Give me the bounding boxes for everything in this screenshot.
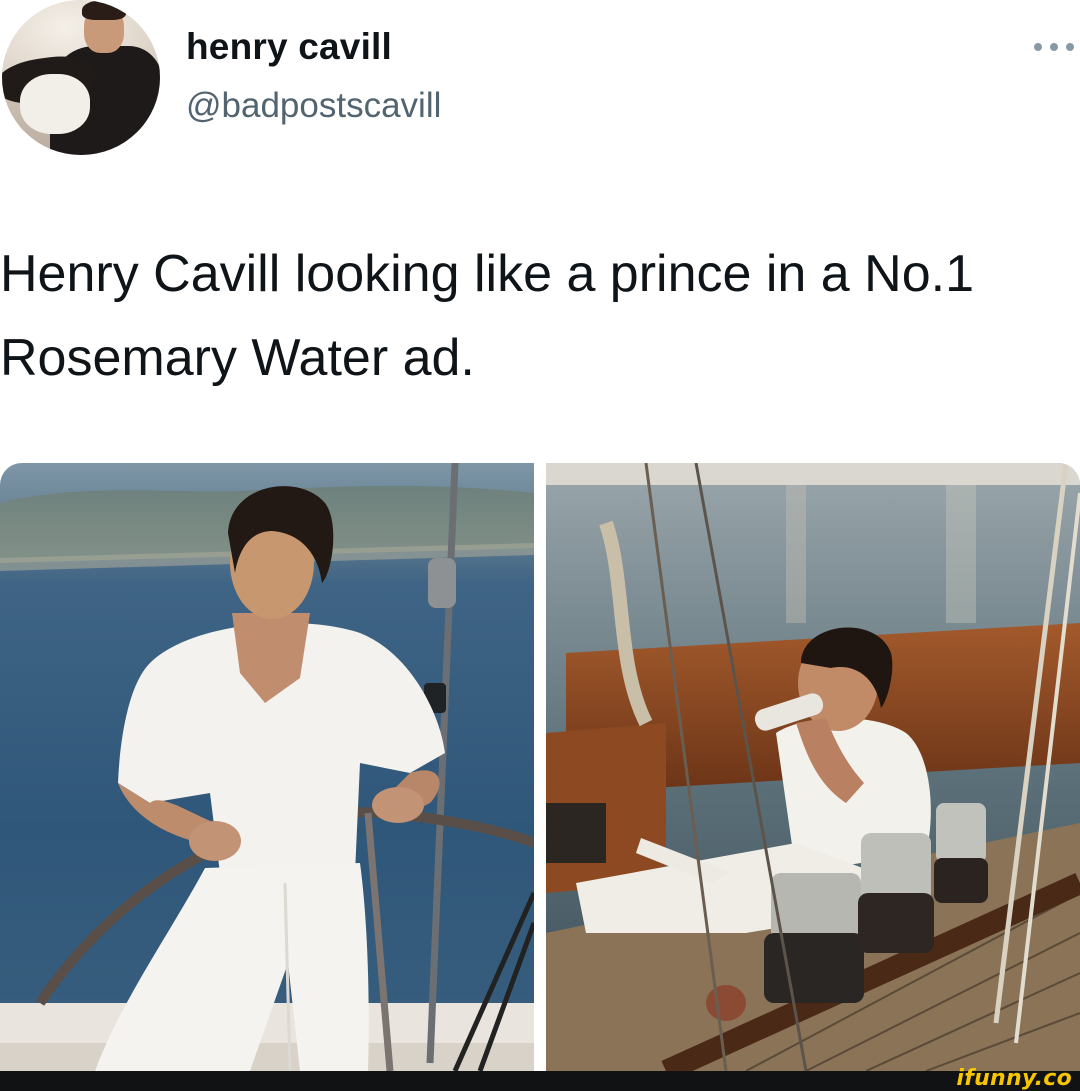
tweet-header: henry cavill @badpostscavill	[0, 0, 1080, 170]
display-name[interactable]: henry cavill	[186, 26, 392, 68]
ifunny-watermark: ifunny.co	[956, 1066, 1072, 1091]
tweet-text: Henry Cavill looking like a prince in a …	[0, 245, 975, 387]
avatar[interactable]	[2, 0, 160, 155]
footer-bar	[0, 1071, 1080, 1091]
ellipsis-icon[interactable]	[1034, 40, 1074, 54]
man-drinking-on-boat-photo[interactable]	[546, 463, 1080, 1071]
man-at-ship-wheel-photo[interactable]	[0, 463, 534, 1071]
user-handle[interactable]: @badpostscavill	[186, 86, 441, 126]
